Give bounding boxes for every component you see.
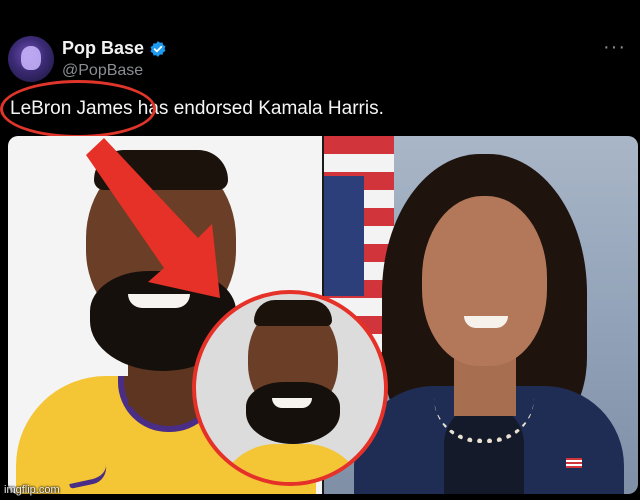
inset-beard: [246, 382, 340, 444]
inset-smile: [272, 398, 312, 408]
avatar-blob: [21, 46, 41, 70]
smile: [128, 294, 190, 308]
author-name[interactable]: Pop Base: [62, 38, 144, 59]
inset-hair: [254, 300, 332, 326]
more-options-icon[interactable]: ···: [603, 36, 626, 59]
face: [422, 196, 547, 366]
author-handle[interactable]: @PopBase: [62, 62, 143, 80]
smile: [464, 316, 508, 328]
verified-badge-icon: [149, 40, 167, 58]
inset-jersey: [216, 444, 366, 482]
watermark: imgflip.com: [4, 484, 60, 496]
inset-circle-photo: [192, 290, 388, 486]
hair: [94, 150, 228, 190]
red-circle-annotation: [0, 80, 156, 138]
flag-pin-icon: [566, 458, 582, 468]
avatar[interactable]: [8, 36, 54, 82]
author-name-row[interactable]: Pop Base: [62, 38, 167, 59]
flag-canton: [324, 176, 364, 296]
